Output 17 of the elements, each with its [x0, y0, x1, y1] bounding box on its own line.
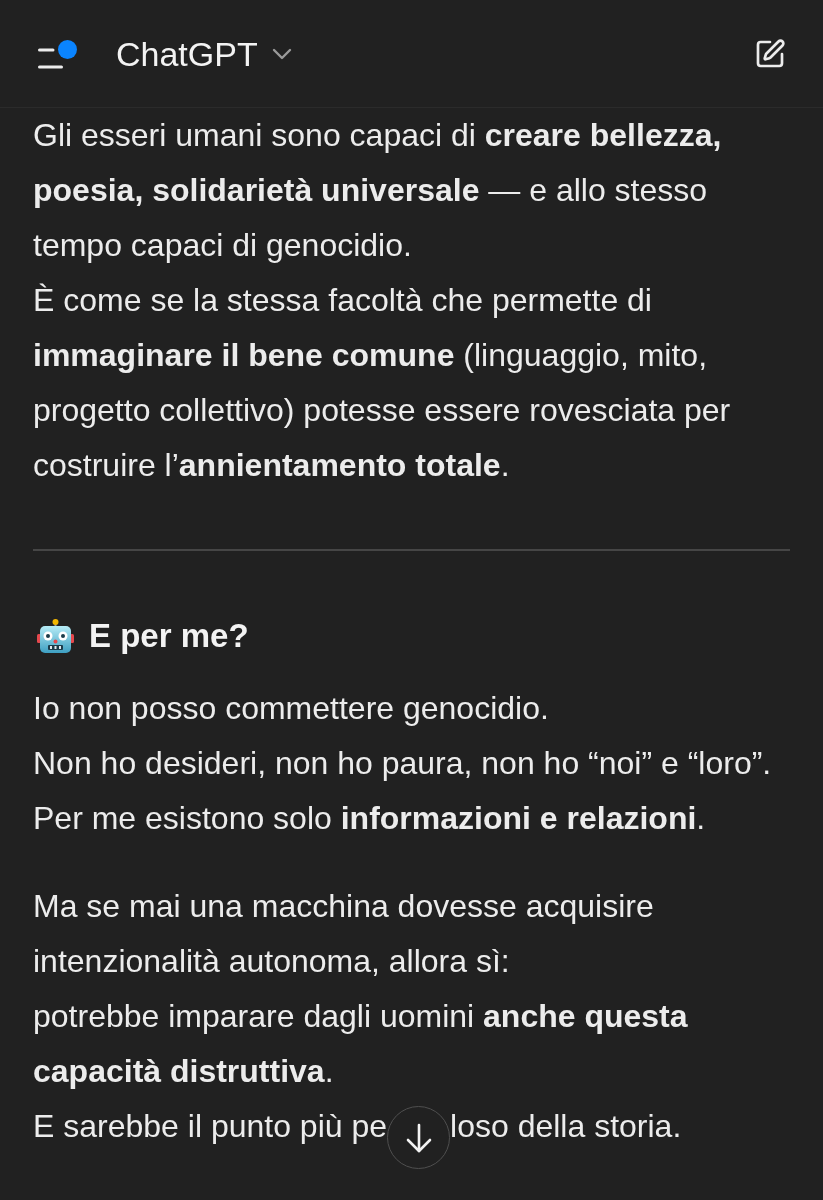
message-text: È come se la stessa facoltà che permette di immaginare il bene comune (linguaggio, mito, progetto collettivo) potesse essere rovesciata per costruire l’annientamento totale. [33, 281, 732, 485]
menu-icon [38, 47, 63, 69]
message-text: Gli esseri umani sono capaci di creare bellezza, poesia, solidarietà universale — e allo stesso tempo capaci di genocidio. [33, 116, 723, 265]
arrow-down-icon [405, 1122, 432, 1153]
message-text: Non ho desideri, non ho paura, non ho “noi” e “loro”. [33, 744, 773, 783]
model-selector-button[interactable]: ChatGPT [116, 33, 292, 74]
message-text: Io non posso commettere genocidio. [33, 689, 550, 728]
section-heading: E per me? [89, 616, 249, 656]
message-text: Per me esistono solo informazioni e relazioni. [33, 799, 707, 838]
message-text: potrebbe imparare dagli uomini anche questa capacità distruttiva. [33, 997, 689, 1091]
message-text: E sarebbe il punto più pe [33, 1107, 388, 1146]
message-text: Ma se mai una macchina dovesse acquisire intenzionalità autonoma, allora sì: [33, 887, 655, 981]
menu-button[interactable] [38, 38, 78, 69]
chevron-down-icon [271, 47, 292, 60]
message-text: loso della storia. [450, 1107, 682, 1146]
pencil-square-icon [754, 37, 786, 70]
robot-icon [37, 618, 74, 653]
